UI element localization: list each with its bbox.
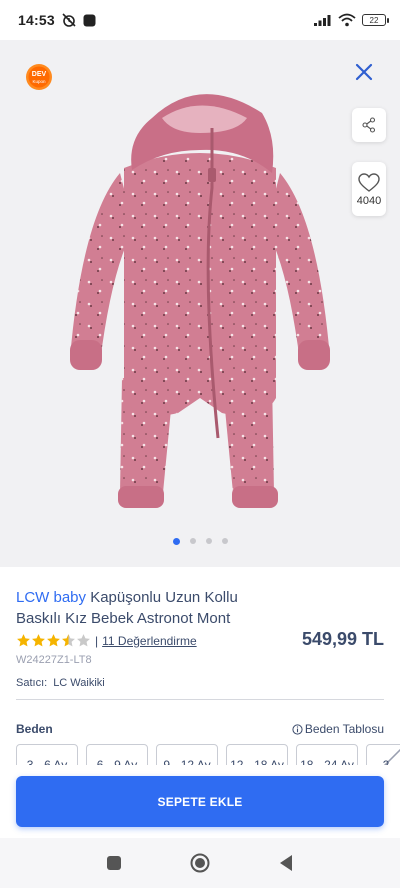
size-option[interactable]: 12 - 18 Ay (226, 744, 288, 765)
star-full-icon (32, 634, 45, 647)
divider (16, 699, 384, 700)
size-option[interactable]: 9 - 12 Ay (156, 744, 218, 765)
gallery-dot[interactable] (205, 538, 212, 544)
add-to-cart-button[interactable]: SEPETE EKLE (16, 776, 384, 827)
seller-name[interactable]: LC Waikiki (53, 677, 105, 689)
system-nav-bar (0, 838, 400, 888)
home-icon (190, 853, 210, 873)
size-option[interactable]: 6 - 9 Ay (86, 744, 148, 765)
recents-icon (107, 856, 121, 870)
home-button[interactable] (190, 853, 210, 873)
star-empty-icon (77, 634, 90, 647)
back-icon (280, 855, 292, 871)
product-gallery[interactable]: DEV Kupon 4040 (0, 40, 400, 567)
size-option-unavailable[interactable]: 2 (366, 744, 400, 765)
gallery-dot[interactable] (221, 538, 228, 544)
reviews-link[interactable]: 11 Değerlendirme (102, 634, 197, 648)
notification-icon (83, 14, 96, 26)
size-table-link[interactable]: Beden Tablosu (292, 722, 384, 736)
size-label: Beden (16, 722, 53, 736)
signal-icon (314, 15, 331, 26)
rating-separator: | (95, 633, 99, 648)
star-full-icon (17, 634, 30, 647)
status-time: 14:53 (18, 12, 55, 28)
close-icon[interactable] (352, 60, 376, 84)
share-icon (362, 117, 376, 133)
product-sku: W24227Z1-LT8 (16, 654, 92, 666)
heart-icon (358, 173, 380, 192)
star-half-icon (62, 634, 75, 647)
gallery-pagination[interactable] (0, 538, 400, 545)
product-price: 549,99 TL (301, 629, 384, 649)
seller-label: Satıcı: (16, 677, 48, 689)
favorite-count: 4040 (356, 195, 382, 207)
recents-button[interactable] (106, 855, 122, 871)
badge-text-dev: DEV (32, 71, 47, 78)
product-brand[interactable]: LCW baby (16, 589, 86, 606)
back-button[interactable] (278, 854, 294, 872)
gallery-dot[interactable] (172, 538, 180, 545)
alarm-off-icon (62, 13, 76, 27)
size-option[interactable]: 3 - 6 Ay (16, 744, 78, 765)
status-bar: 14:53 22 (0, 0, 400, 40)
star-full-icon (47, 634, 60, 647)
seller-info: Satıcı: LC Waikiki (16, 677, 384, 689)
gallery-dot[interactable] (189, 538, 196, 544)
product-info: LCW baby Kapüşonlu Uzun Kollu Baskılı Kı… (16, 587, 384, 700)
favorite-button[interactable]: 4040 (352, 162, 386, 216)
share-button[interactable] (352, 108, 386, 142)
product-image[interactable] (62, 78, 338, 526)
size-header: Beden Beden Tablosu (16, 722, 384, 736)
rating-stars (16, 633, 91, 648)
size-table-text: Beden Tablosu (304, 722, 384, 736)
wifi-icon (338, 13, 356, 27)
size-options: 3 - 6 Ay 6 - 9 Ay 9 - 12 Ay 12 - 18 Ay 1… (16, 744, 400, 765)
product-title: LCW baby Kapüşonlu Uzun Kollu Baskılı Kı… (16, 587, 266, 629)
battery-icon: 22 (362, 14, 389, 26)
info-icon (292, 723, 303, 735)
size-option[interactable]: 18 - 24 Ay (296, 744, 358, 765)
badge-text-kupon: Kupon (32, 79, 46, 84)
dev-coupon-badge: DEV Kupon (26, 64, 52, 90)
